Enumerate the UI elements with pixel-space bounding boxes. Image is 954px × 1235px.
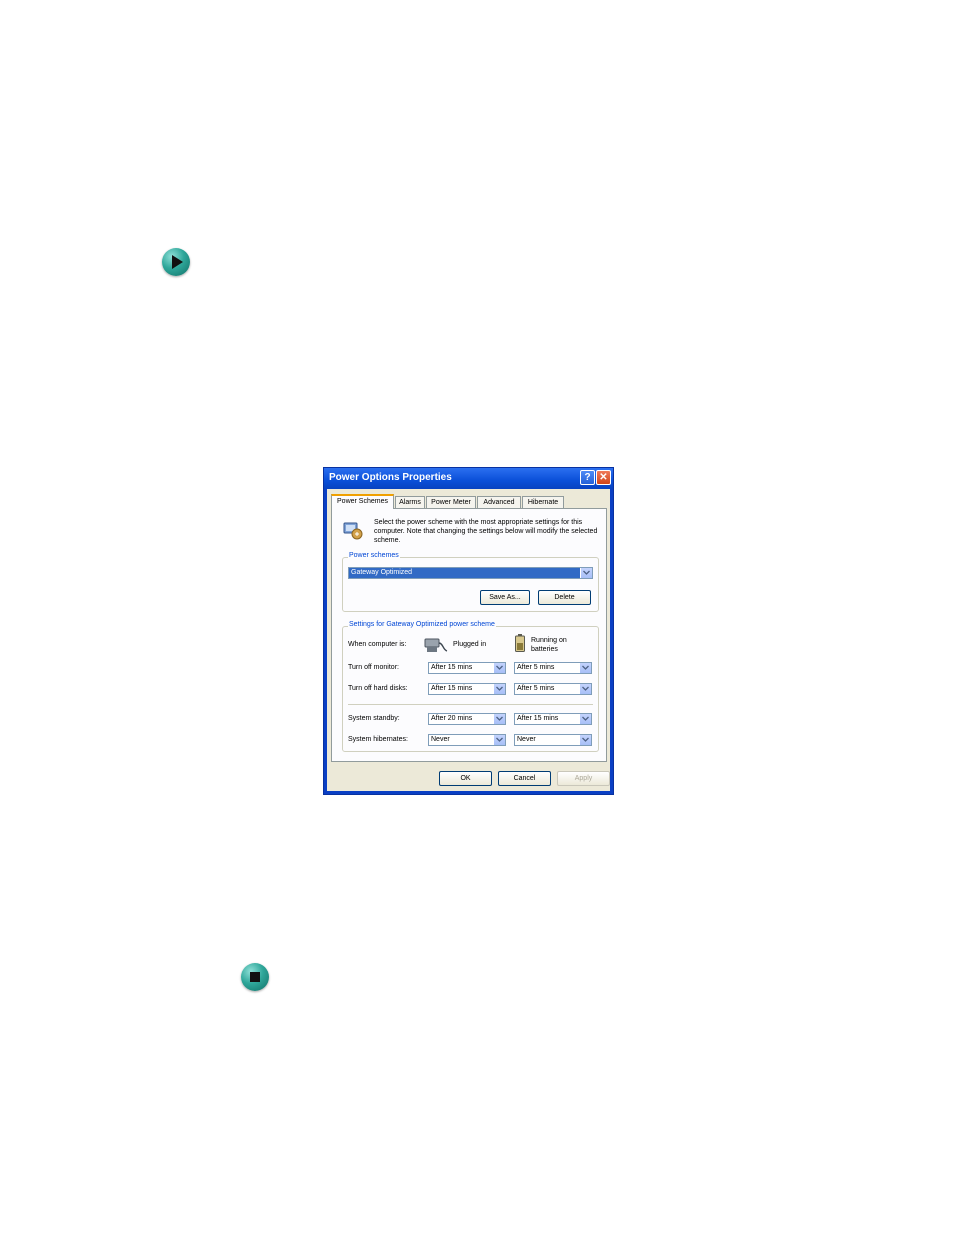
- help-button[interactable]: ?: [580, 470, 595, 485]
- chevron-down-icon[interactable]: [579, 714, 591, 724]
- chevron-down-icon[interactable]: [579, 684, 591, 694]
- settings-label: Settings for Gateway Optimized power sch…: [348, 621, 496, 628]
- standby-battery-select[interactable]: After 15 mins: [514, 713, 592, 725]
- standby-battery-value: After 15 mins: [517, 715, 559, 722]
- disks-battery-select[interactable]: After 5 mins: [514, 683, 592, 695]
- chevron-down-icon[interactable]: [493, 684, 505, 694]
- chevron-down-icon[interactable]: [580, 568, 592, 578]
- hibernate-plugged-select[interactable]: Never: [428, 734, 506, 746]
- chevron-down-icon[interactable]: [493, 714, 505, 724]
- apply-button[interactable]: Apply: [557, 771, 610, 786]
- chevron-down-icon[interactable]: [493, 663, 505, 673]
- tab-power-schemes[interactable]: Power Schemes: [331, 494, 394, 509]
- settings-group: Settings for Gateway Optimized power sch…: [342, 621, 599, 752]
- dialog-title: Power Options Properties: [329, 472, 452, 483]
- cancel-button[interactable]: Cancel: [498, 771, 551, 786]
- disks-battery-value: After 5 mins: [517, 685, 555, 692]
- stop-square-icon: [241, 963, 269, 991]
- scheme-description: Select the power scheme with the most ap…: [374, 519, 598, 544]
- standby-plugged-select[interactable]: After 20 mins: [428, 713, 506, 725]
- monitor-battery-value: After 5 mins: [517, 664, 555, 671]
- standby-plugged-value: After 20 mins: [431, 715, 473, 722]
- power-scheme-value: Gateway Optimized: [351, 568, 413, 578]
- tab-alarms[interactable]: Alarms: [395, 496, 425, 508]
- hibernate-battery-select[interactable]: Never: [514, 734, 592, 746]
- monitor-battery-select[interactable]: After 5 mins: [514, 662, 592, 674]
- power-scheme-select[interactable]: Gateway Optimized: [348, 567, 593, 579]
- power-schemes-label: Power schemes: [348, 552, 400, 559]
- monitor-plugged-select[interactable]: After 15 mins: [428, 662, 506, 674]
- power-schemes-group: Power schemes Gateway Optimized Save As.…: [342, 552, 599, 612]
- tab-hibernate[interactable]: Hibernate: [522, 496, 564, 508]
- hibernate-battery-value: Never: [517, 736, 536, 743]
- plug-icon: [424, 638, 448, 652]
- system-hibernates-label: System hibernates:: [348, 736, 408, 743]
- power-schemes-panel: Select the power scheme with the most ap…: [331, 508, 607, 762]
- dialog-client-area: Power Schemes Alarms Power Meter Advance…: [327, 489, 610, 791]
- monitor-plugged-value: After 15 mins: [431, 664, 473, 671]
- arrow-right-icon: [162, 248, 190, 276]
- power-options-dialog: Power Options Properties ? ✕ Power Schem…: [323, 467, 614, 795]
- when-computer-is-label: When computer is:: [348, 641, 407, 648]
- save-as-button[interactable]: Save As...: [480, 590, 530, 605]
- settings-separator: [348, 704, 593, 705]
- chevron-down-icon[interactable]: [493, 735, 505, 745]
- plugged-in-label: Plugged in: [453, 641, 487, 648]
- disks-plugged-value: After 15 mins: [431, 685, 473, 692]
- tab-power-meter[interactable]: Power Meter: [426, 496, 476, 508]
- hibernate-plugged-value: Never: [431, 736, 450, 743]
- battery-icon: [515, 634, 525, 652]
- chevron-down-icon[interactable]: [579, 663, 591, 673]
- dialog-titlebar[interactable]: Power Options Properties ? ✕: [324, 468, 613, 489]
- running-on-batteries-label: Running on batteries: [531, 637, 567, 653]
- ok-button[interactable]: OK: [439, 771, 492, 786]
- close-button[interactable]: ✕: [596, 470, 611, 485]
- tab-advanced[interactable]: Advanced: [477, 496, 521, 508]
- delete-button[interactable]: Delete: [538, 590, 591, 605]
- chevron-down-icon[interactable]: [579, 735, 591, 745]
- disks-plugged-select[interactable]: After 15 mins: [428, 683, 506, 695]
- power-scheme-icon: [343, 522, 363, 540]
- turn-off-monitor-label: Turn off monitor:: [348, 664, 399, 671]
- system-standby-label: System standby:: [348, 715, 400, 722]
- turn-off-hard-disks-label: Turn off hard disks:: [348, 685, 408, 692]
